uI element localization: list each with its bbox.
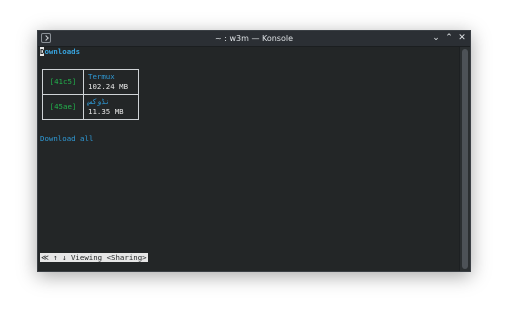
minimize-icon[interactable]: ⌄ (430, 32, 442, 44)
download-hash: [45ae] (42, 94, 84, 120)
download-all-link[interactable]: Download all (40, 134, 93, 144)
download-link-second[interactable]: نڈوکس (88, 97, 134, 107)
status-bar: ≪ ↑ ↓ Viewing <Sharing> (40, 253, 148, 262)
table-row: [45ae] نڈوکس 11.35 MB (42, 94, 139, 120)
download-size: 102.24 MB (88, 82, 129, 91)
maximize-icon[interactable]: ⌃ (443, 32, 455, 44)
scrollbar[interactable] (459, 47, 470, 271)
downloads-table: [41c5] Termux 102.24 MB [45ae] نڈوکس 11.… (42, 69, 139, 120)
window-title: ~ : w3m — Konsole (214, 34, 293, 43)
terminal-area[interactable]: Downloads [41c5] Termux 102.24 MB [45ae]… (38, 47, 459, 271)
download-info: نڈوکس 11.35 MB (83, 94, 139, 120)
konsole-window: ~ : w3m — Konsole ⌄ ⌃ ✕ Downloads [41c5]… (37, 30, 471, 272)
page-heading: Downloads (40, 47, 80, 57)
title-bar[interactable]: ~ : w3m — Konsole ⌄ ⌃ ✕ (38, 31, 470, 47)
download-size: 11.35 MB (88, 107, 124, 116)
download-info: Termux 102.24 MB (83, 69, 139, 95)
download-link-termux[interactable]: Termux (88, 72, 134, 82)
table-row: [41c5] Termux 102.24 MB (42, 69, 139, 95)
close-icon[interactable]: ✕ (456, 32, 468, 44)
scrollbar-thumb[interactable] (462, 49, 468, 269)
page-heading-rest: ownloads (44, 47, 81, 56)
download-hash: [41c5] (42, 69, 84, 95)
